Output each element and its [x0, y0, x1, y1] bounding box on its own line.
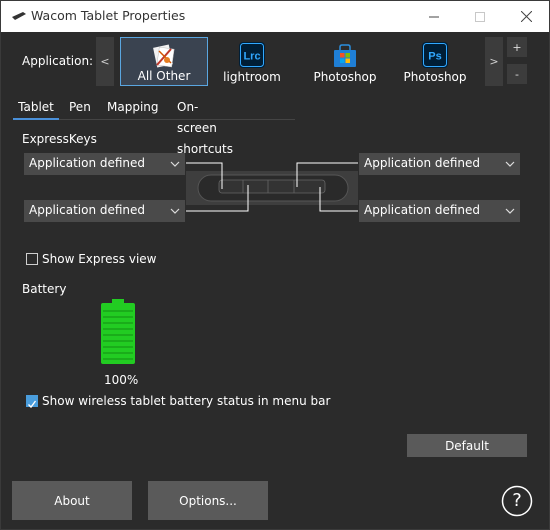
- application-label: Application:: [22, 54, 94, 68]
- expresskeys-label: ExpressKeys: [22, 132, 97, 146]
- chevron-down-icon: [170, 161, 180, 167]
- battery-label: Battery: [22, 282, 67, 296]
- expresskey-4-dropdown[interactable]: Application defined: [359, 200, 520, 222]
- svg-text:Lrc: Lrc: [243, 51, 260, 63]
- battery-status-menu-checkbox[interactable]: [26, 395, 38, 409]
- all-other-icon: [153, 44, 175, 68]
- tab-on-screen-shortcuts[interactable]: On-screen shortcuts: [177, 97, 233, 156]
- about-button[interactable]: About: [12, 481, 132, 520]
- chevron-down-icon: [505, 208, 515, 214]
- app-label-lightroom: lightroom: [223, 70, 281, 84]
- lightroom-icon: Lrc: [239, 42, 265, 68]
- options-button[interactable]: Options...: [148, 481, 268, 520]
- expresskey-4-value: Application defined: [364, 203, 481, 217]
- close-icon: [520, 11, 532, 22]
- expresskey-2-dropdown[interactable]: Application defined: [24, 200, 185, 222]
- tab-tablet[interactable]: Tablet: [13, 97, 59, 120]
- svg-text:Ps: Ps: [428, 51, 441, 63]
- maximize-icon: [475, 11, 485, 22]
- tab-pen[interactable]: Pen: [69, 97, 91, 118]
- minimize-button[interactable]: [411, 1, 457, 32]
- wacom-window: Wacom Tablet Properties Application: < A…: [0, 0, 550, 530]
- chevron-down-icon: [170, 208, 180, 214]
- help-glyph: ?: [512, 490, 522, 511]
- app-label-all-other: All Other: [137, 69, 191, 83]
- app-tile-all-other[interactable]: All Other: [120, 37, 208, 86]
- expresskey-1-dropdown[interactable]: Application defined: [24, 153, 185, 175]
- expresskey-1-value: Application defined: [29, 156, 146, 170]
- close-button[interactable]: [503, 1, 549, 32]
- add-application-button[interactable]: +: [507, 37, 527, 57]
- windows-store-icon: [334, 44, 356, 67]
- app-tile-lightroom[interactable]: Lrc lightroom: [208, 37, 296, 86]
- tab-mapping[interactable]: Mapping: [107, 97, 159, 118]
- app-tile-photoshop-store[interactable]: Photoshop: [301, 37, 389, 86]
- photoshop-icon: Ps: [422, 42, 448, 68]
- checkmark-icon: [28, 400, 37, 409]
- app-label-photoshop: Photoshop: [403, 70, 467, 84]
- wacom-pen-icon: [12, 12, 26, 20]
- app-label-photoshop-store: Photoshop: [313, 70, 377, 84]
- help-button[interactable]: ?: [501, 485, 533, 517]
- battery-icon: [101, 299, 135, 364]
- tablet-expresskeys-diagram: [186, 162, 358, 212]
- maximize-button[interactable]: [457, 1, 503, 32]
- show-express-view-checkbox[interactable]: [26, 253, 38, 265]
- minimize-icon: [429, 16, 439, 17]
- expresskey-2-value: Application defined: [29, 203, 146, 217]
- app-tile-photoshop[interactable]: Ps Photoshop: [391, 37, 479, 86]
- show-express-view-label: Show Express view: [42, 252, 157, 266]
- remove-application-button[interactable]: -: [507, 64, 527, 84]
- title-bar: Wacom Tablet Properties: [1, 1, 549, 32]
- battery-status-menu-label: Show wireless tablet battery status in m…: [42, 394, 331, 408]
- scroll-right-button[interactable]: >: [485, 37, 503, 86]
- expresskey-3-dropdown[interactable]: Application defined: [359, 153, 520, 175]
- chevron-down-icon: [505, 161, 515, 167]
- window-title: Wacom Tablet Properties: [31, 8, 186, 23]
- application-bar: Application: < All Other Lrc lightroom P…: [1, 33, 549, 89]
- scroll-left-button[interactable]: <: [96, 37, 114, 86]
- expresskey-3-value: Application defined: [364, 156, 481, 170]
- default-button[interactable]: Default: [407, 434, 527, 457]
- battery-percent: 100%: [104, 373, 139, 387]
